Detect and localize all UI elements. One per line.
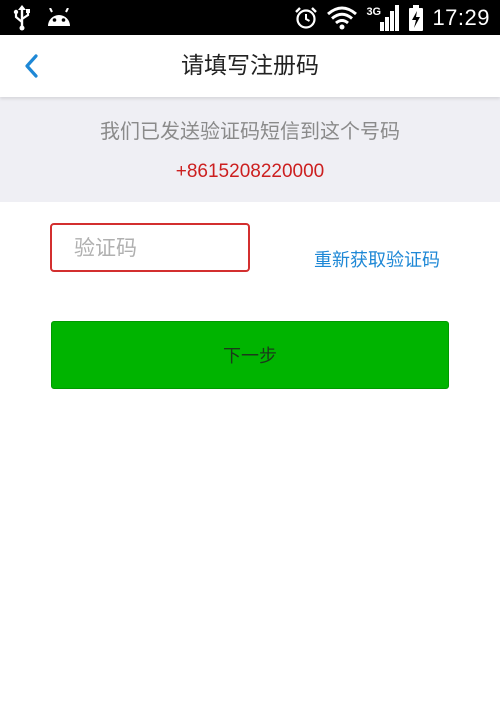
sms-info-panel: 我们已发送验证码短信到这个号码 +8615208220000 bbox=[0, 97, 500, 202]
alarm-icon bbox=[294, 6, 318, 30]
status-bar-system: 3G 17:29 bbox=[294, 0, 490, 35]
signal-icon: 3G bbox=[366, 4, 400, 31]
resend-code-link[interactable]: 重新获取验证码 bbox=[314, 246, 440, 272]
usb-icon bbox=[12, 4, 32, 31]
status-bar-time: 17:29 bbox=[432, 4, 490, 30]
back-button[interactable] bbox=[12, 47, 50, 85]
chevron-left-icon bbox=[23, 53, 39, 79]
status-bar: 3G 17:29 bbox=[0, 0, 500, 35]
verification-code-input[interactable] bbox=[50, 223, 250, 272]
network-type-label: 3G bbox=[366, 5, 382, 18]
app-header: 请填写注册码 bbox=[0, 35, 500, 97]
battery-icon bbox=[409, 4, 424, 31]
sms-sent-message: 我们已发送验证码短信到这个号码 bbox=[100, 119, 400, 143]
android-icon bbox=[46, 7, 72, 28]
wifi-icon bbox=[327, 6, 358, 30]
page-title: 请填写注册码 bbox=[181, 53, 319, 79]
next-step-button[interactable]: 下一步 bbox=[51, 321, 449, 389]
phone-number: +8615208220000 bbox=[175, 161, 325, 182]
status-bar-notifications bbox=[12, 4, 72, 31]
